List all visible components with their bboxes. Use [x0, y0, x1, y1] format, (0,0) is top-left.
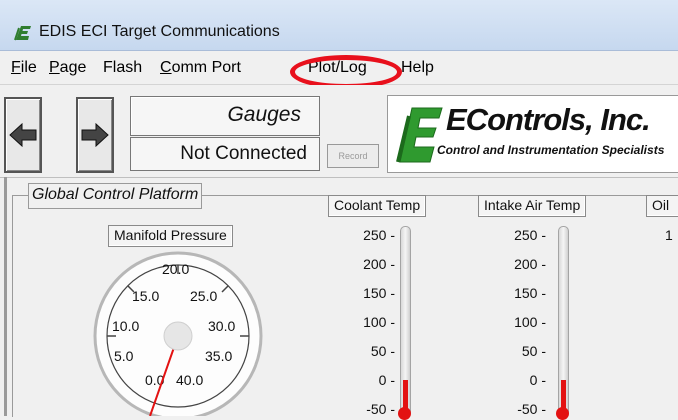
oil-gauge-label: Oil	[646, 195, 678, 217]
menu-help[interactable]: Help	[401, 59, 434, 77]
brand-tagline: Control and Instrumentation Specialists	[437, 143, 665, 157]
dial-tick-label: 5.0	[114, 348, 134, 364]
menu-file[interactable]: File	[11, 59, 37, 77]
intake-thermometer-fill	[561, 380, 566, 410]
coolant-thermometer-fill	[403, 380, 408, 410]
dial-tick-label: 10.0	[112, 318, 139, 334]
coolant-tick: 150 -	[363, 285, 395, 301]
back-button[interactable]	[4, 97, 42, 173]
intake-tick: 250 -	[514, 227, 546, 243]
menu-page[interactable]: Page	[49, 59, 86, 77]
title-bar: EDIS ECI Target Communications	[0, 0, 678, 51]
menu-comm-port[interactable]: Comm Port	[160, 59, 241, 77]
window-title: EDIS ECI Target Communications	[39, 23, 280, 40]
dial-tick-label: 15.0	[132, 288, 159, 304]
dial-tick-label: 35.0	[205, 348, 232, 364]
coolant-tick: 100 -	[363, 314, 395, 330]
intake-tick: 0 -	[529, 372, 546, 388]
panel-divider	[4, 177, 7, 416]
manifold-pressure-gauge: 20.0 15.0 25.0 10.0 30.0 5.0 35.0 0.0 40…	[93, 251, 263, 416]
connection-status: Not Connected	[180, 143, 307, 164]
forward-button[interactable]	[76, 97, 114, 173]
dial-tick-label: 25.0	[190, 288, 217, 304]
intake-air-temp-label: Intake Air Temp	[478, 195, 587, 217]
intake-thermometer-bulb	[556, 407, 569, 420]
oil-tick: 1	[665, 227, 673, 243]
platform-title: Global Control Platform	[28, 183, 203, 209]
brand-name: EControls, Inc.	[446, 102, 651, 137]
menu-flash[interactable]: Flash	[103, 59, 142, 77]
brand-banner: EControls, Inc. Control and Instrumentat…	[387, 95, 678, 173]
dial-tick-label: 20.0	[162, 261, 189, 277]
coolant-tick: 0 -	[378, 372, 395, 388]
app-logo-icon	[14, 26, 31, 41]
arrow-right-icon	[81, 123, 109, 147]
intake-tick: 100 -	[514, 314, 546, 330]
coolant-tick: 200 -	[363, 256, 395, 272]
intake-tick: 50 -	[521, 343, 546, 359]
page-name-box: Gauges	[130, 96, 320, 136]
intake-tick: -50 -	[517, 401, 546, 417]
intake-tick: 200 -	[514, 256, 546, 272]
page-name: Gauges	[227, 103, 301, 126]
record-button[interactable]: Record	[327, 144, 379, 168]
coolant-temp-label: Coolant Temp	[328, 195, 427, 217]
dial-tick-label: 30.0	[208, 318, 235, 334]
coolant-tick: 250 -	[363, 227, 395, 243]
intake-tick: 150 -	[514, 285, 546, 301]
coolant-tick: -50 -	[366, 401, 395, 417]
coolant-tick: 50 -	[370, 343, 395, 359]
arrow-left-icon	[9, 123, 37, 147]
coolant-thermometer-bulb	[398, 407, 411, 420]
connection-status-box: Not Connected	[130, 137, 320, 171]
highlight-annotation	[290, 55, 402, 89]
dial-tick-label: 40.0	[176, 372, 203, 388]
manifold-pressure-label: Manifold Pressure	[108, 225, 233, 247]
